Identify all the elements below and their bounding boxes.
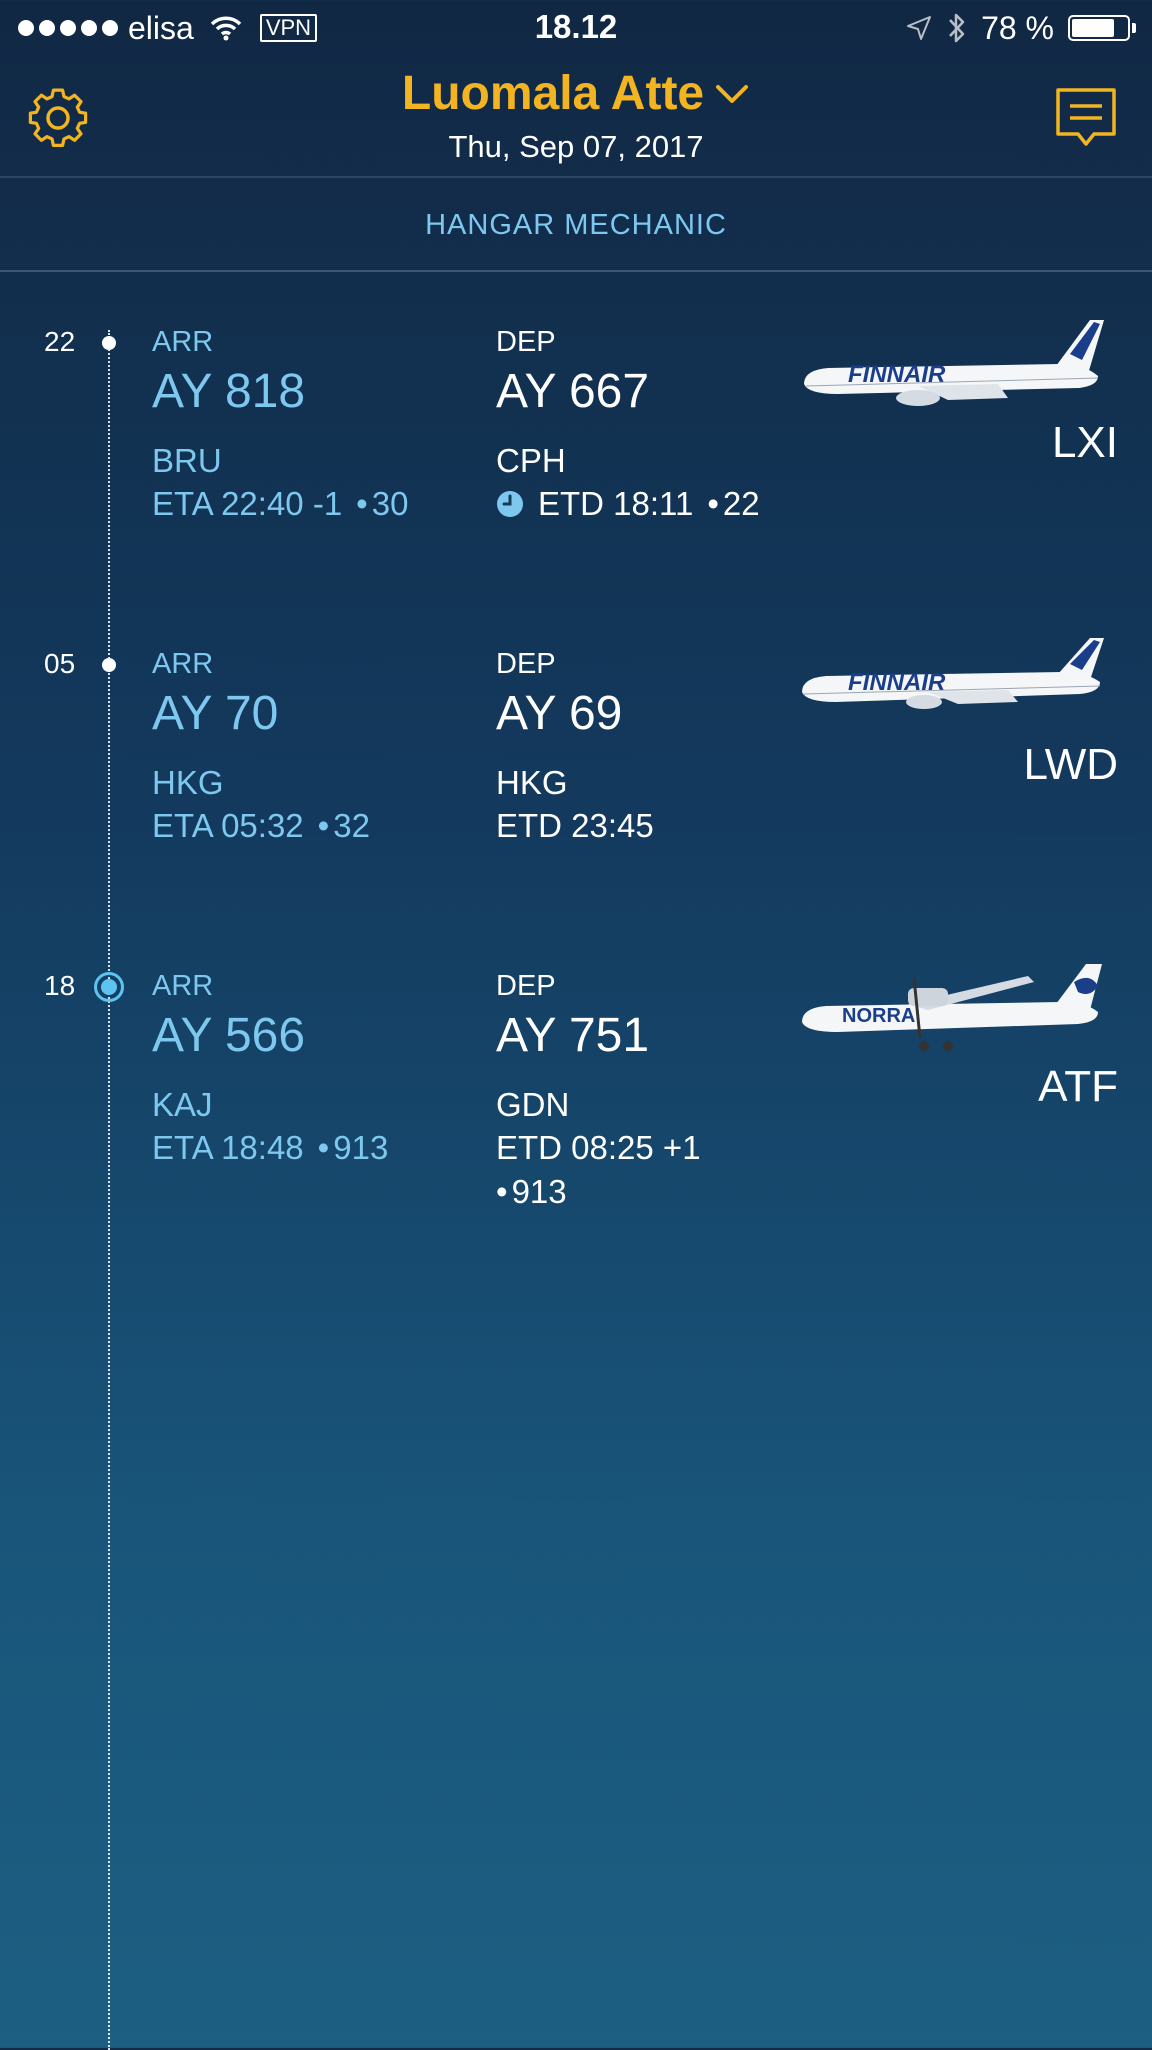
bluetooth-icon: [949, 13, 965, 43]
dep-label: DEP: [496, 326, 556, 358]
timeline-dot: [102, 658, 116, 672]
dep-gate-line: 913: [496, 1170, 701, 1214]
user-selector[interactable]: Luomala Atte: [402, 66, 750, 121]
hour-label: 05: [44, 648, 76, 679]
role-bar[interactable]: HANGAR MECHANIC: [0, 180, 1152, 272]
arr-gate: 913: [318, 1126, 388, 1170]
dep-airport: HKG: [496, 764, 568, 801]
etd-line: ETD 18:11 22: [496, 482, 760, 526]
arr-flight-number: AY 70: [152, 687, 279, 740]
battery-percentage: 78 %: [981, 9, 1054, 46]
message-icon: [1056, 88, 1116, 146]
eta-time: ETA 05:32: [152, 807, 304, 844]
dep-flight-number: AY 667: [496, 365, 650, 418]
finnair-airplane-image: FINNAIR: [802, 638, 1104, 709]
aircraft: NORRA ATF: [788, 958, 1118, 1111]
location-arrow-icon: [907, 16, 932, 40]
eta-line: ETA 18:48 913: [152, 1126, 388, 1170]
hour-label: 22: [44, 326, 76, 357]
etd-line: ETD 08:25 +1: [496, 1126, 701, 1170]
header-title[interactable]: Luomala Atte Thu, Sep 07, 2017: [0, 66, 1152, 165]
etd-time: ETD 23:45: [496, 807, 654, 844]
aircraft: FINNAIR LXI: [788, 314, 1118, 467]
arr-gate: 32: [318, 804, 370, 848]
status-right: 78 %: [905, 8, 1136, 48]
dep-flight-number: AY 751: [496, 1009, 650, 1062]
dep-label: DEP: [496, 648, 556, 680]
messages-button[interactable]: [1054, 86, 1118, 150]
dep-airport: GDN: [496, 1086, 570, 1123]
header: Luomala Atte Thu, Sep 07, 2017: [0, 58, 1152, 178]
arr-label: ARR: [152, 326, 214, 358]
aircraft-registration: ATF: [1038, 1062, 1118, 1111]
dep-gate: 22: [707, 482, 760, 526]
arr-airport: KAJ: [152, 1086, 213, 1123]
timeline-current-dot: [94, 972, 124, 1002]
eta-line: ETA 22:40 -1 30: [152, 482, 408, 526]
arrival-block: ARR AY 566 KAJ ETA 18:48 913: [152, 968, 388, 1170]
dep-gate: 913: [496, 1170, 567, 1214]
flight-row[interactable]: 22 ARR AY 818 BRU ETA 22:40 -1 30 DEP AY…: [0, 314, 1152, 574]
chevron-down-icon: [716, 84, 749, 103]
eta-time: ETA 18:48: [152, 1129, 304, 1166]
arr-airport: HKG: [152, 764, 224, 801]
departure-block: DEP AY 69 HKG ETD 23:45: [496, 646, 654, 848]
aircraft-registration: LWD: [1023, 740, 1118, 789]
etd-time: ETD 18:11: [538, 485, 694, 522]
arrival-block: ARR AY 70 HKG ETA 05:32 32: [152, 646, 370, 848]
etd-time: ETD 08:25 +1: [496, 1129, 701, 1166]
timeline-dot: [102, 336, 116, 350]
header-date: Thu, Sep 07, 2017: [448, 129, 704, 164]
aircraft-registration: LXI: [1051, 418, 1118, 467]
norra-airplane-image: NORRA: [802, 964, 1102, 1051]
flight-row[interactable]: 18 ARR AY 566 KAJ ETA 18:48 913 DEP AY 7…: [0, 958, 1152, 1218]
livery-text: NORRA: [842, 1005, 915, 1027]
arr-gate: 30: [356, 482, 409, 526]
eta-line: ETA 05:32 32: [152, 804, 370, 848]
hour-label: 18: [44, 970, 76, 1001]
eta-time: ETA 22:40 -1: [152, 485, 343, 522]
finnair-airplane-image: FINNAIR: [804, 320, 1104, 406]
departure-block: DEP AY 751 GDN ETD 08:25 +1 913: [496, 968, 701, 1214]
status-bar: elisa VPN 18.12 78 %: [0, 0, 1152, 58]
etd-line: ETD 23:45: [496, 804, 654, 848]
arr-label: ARR: [152, 648, 214, 680]
dep-label: DEP: [496, 970, 556, 1002]
arr-flight-number: AY 818: [152, 365, 306, 418]
arr-airport: BRU: [152, 442, 222, 479]
dep-airport: CPH: [496, 442, 566, 479]
arrival-block: ARR AY 818 BRU ETA 22:40 -1 30: [152, 324, 408, 526]
departure-block: DEP AY 667 CPH ETD 18:11 22: [496, 324, 760, 526]
role-label: HANGAR MECHANIC: [425, 208, 727, 241]
arr-flight-number: AY 566: [152, 1009, 306, 1062]
clock-icon: [497, 491, 523, 517]
user-name: Luomala Atte: [401, 67, 705, 120]
flight-row[interactable]: 05 ARR AY 70 HKG ETA 05:32 32 DEP AY 69 …: [0, 636, 1152, 896]
arr-label: ARR: [152, 970, 214, 1002]
dep-flight-number: AY 69: [496, 687, 623, 740]
battery-icon: [1068, 15, 1136, 41]
aircraft: FINNAIR LWD: [788, 636, 1118, 789]
